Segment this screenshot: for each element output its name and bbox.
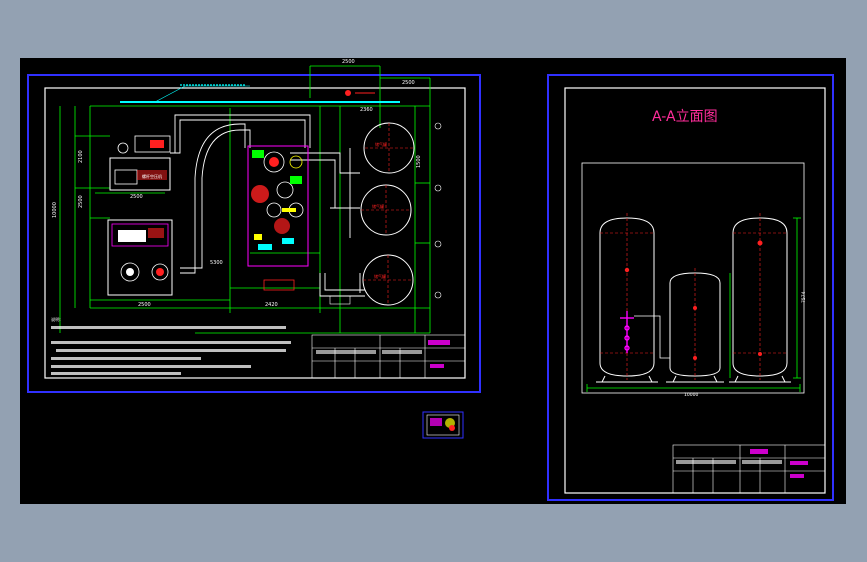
dim-left1: 2100 [78,150,84,163]
elevation-title: A-A立面图 [652,109,718,125]
dim-right-top: 2500 [402,80,415,86]
tank-nozzles [624,240,763,360]
dim-tank: 1500 [416,155,422,168]
plan-notes: 说明: [51,316,291,375]
svg-text:储气罐: 储气罐 [372,203,384,209]
plan-sheet-outer-border [27,74,481,393]
compressor-lower [107,219,173,296]
elevation-room-outline [581,162,805,394]
notes-title: 说明: [51,316,61,323]
plan-sheet: 2500 2500 2360 10000 2100 2500 2500 5300… [27,59,481,393]
air-tanks-plan: 储气罐 储气罐 储气罐 [360,122,442,306]
dim-height: 10000 [52,202,58,218]
dryer-block [247,145,309,267]
label-box [263,279,295,291]
elevation-sheet: A-A立面图 10000 7574 [547,74,834,501]
dim-elev-height: 7574 [801,291,807,303]
small-legend-block [422,411,464,439]
cad-drawing: 2500 2500 2360 10000 2100 2500 2500 5300… [27,59,834,501]
svg-text:储气罐: 储气罐 [374,273,386,279]
svg-text:储气罐: 储气罐 [375,141,387,147]
dim-bottom1: 2500 [130,194,143,200]
marker-top [345,90,351,96]
main-piping [170,114,365,297]
drain-valve [620,311,634,353]
dim-mid: 2360 [360,107,373,113]
plan-dimension-lines [59,65,431,334]
elev-sheet-outer-border [547,74,834,501]
svg-text:螺杆空压机: 螺杆空压机 [142,173,162,179]
cad-canvas: 2500 2500 2360 10000 2100 2500 2500 5300… [20,58,846,504]
dim-top: 2500 [342,59,355,65]
elev-dimension-lines [586,217,801,392]
compressor-upper: 螺杆空压机 [109,135,171,191]
dim-bottom3: 2500 [138,302,151,308]
dim-left2: 2500 [78,195,84,208]
elev-title-block [672,444,826,494]
dim-elev-width: 10000 [684,392,698,398]
dim-bottom4: 2420 [265,302,278,308]
dim-bottom2: 5300 [210,260,223,266]
